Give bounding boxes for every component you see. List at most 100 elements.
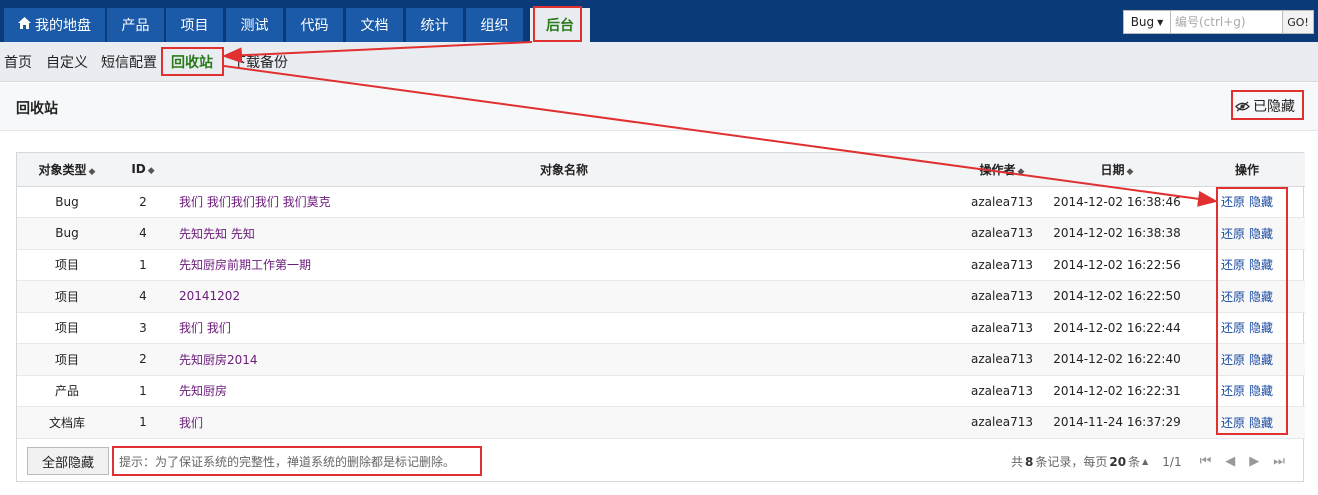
column-header-type[interactable]: 对象类型 ◆ [17,153,117,187]
nav-tab-report[interactable]: 统计 [406,8,463,42]
hide-link[interactable]: 隐藏 [1249,290,1273,304]
subnav-item-backup[interactable]: 下载备份 [232,53,288,73]
cell-type: Bug [17,186,117,218]
cell-type: 产品 [17,375,117,407]
table-header-row: 对象类型 ◆ ID ◆ 对象名称 操作者 ◆ 日期 ◆ 操作 [17,153,1305,187]
cell-object-name[interactable]: 先知厨房 [169,375,959,407]
cell-actions: 还原 隐藏 [1189,312,1305,344]
hide-link[interactable]: 隐藏 [1249,416,1273,430]
restore-link[interactable]: 还原 [1221,321,1245,335]
cell-object-name[interactable]: 我们 我们我们我们 我们莫克 [169,186,959,218]
subnav-item-sms[interactable]: 短信配置 [101,53,157,73]
cell-id: 4 [117,280,169,313]
pager-per-page[interactable]: 20 [1109,455,1126,469]
cell-type: 项目 [17,249,117,281]
column-header-actions: 操作 [1189,153,1305,187]
nav-tab-project[interactable]: 项目 [166,8,223,42]
cell-actor: azalea713 [959,186,1045,218]
search-type-select[interactable]: Bug ▼ [1123,10,1171,34]
go-button[interactable]: GO! [1283,10,1314,34]
nav-tab-product[interactable]: 产品 [107,8,164,42]
page-title: 回收站 [16,101,58,117]
cell-id: 3 [117,312,169,344]
nav-tab-label: 项目 [180,18,209,34]
cell-object-name[interactable]: 先知厨房2014 [169,343,959,376]
cell-actor: azalea713 [959,375,1045,407]
hide-link[interactable]: 隐藏 [1249,227,1273,241]
nav-tab-admin[interactable]: 后台 [530,8,590,42]
restore-link[interactable]: 还原 [1221,416,1245,430]
last-page-icon[interactable]: ⏭ [1273,454,1285,469]
search-input[interactable] [1171,10,1283,34]
nav-tab-company[interactable]: 组织 [466,8,523,42]
column-header-date[interactable]: 日期 ◆ [1045,153,1189,187]
cell-actor: azalea713 [959,312,1045,344]
cell-actor: azalea713 [959,280,1045,313]
column-header-actor[interactable]: 操作者 ◆ [959,153,1045,187]
pager: 共 8 条记录，每页 20 条 ▲ 1/1 ⏮ ◀ ▶ ⏭ [1011,453,1285,470]
caret-up-icon[interactable]: ▲ [1142,457,1148,466]
pager-mid: 条记录，每页 [1035,455,1108,469]
nav-tab-my[interactable]: 我的地盘 [4,8,105,42]
hide-link[interactable]: 隐藏 [1249,195,1273,209]
column-header-id[interactable]: ID ◆ [117,153,169,187]
cell-object-name[interactable]: 先知厨房前期工作第一期 [169,249,959,281]
cell-actions: 还原 隐藏 [1189,280,1305,313]
nav-tab-test[interactable]: 测试 [226,8,283,42]
table-row: Bug 4 先知先知 先知 azalea713 2014-12-02 16:38:38 还… [17,217,1305,250]
table-footer: 全部隐藏 提示：为了保证系统的完整性，禅道系统的删除都是标记删除。 共 8 条记… [17,441,1303,481]
nav-tab-doc[interactable]: 文档 [346,8,403,42]
restore-link[interactable]: 还原 [1221,384,1245,398]
table-row: Bug 2 我们 我们我们我们 我们莫克 azalea713 2014-12-02 16… [17,186,1305,218]
nav-tab-label: 后台 [546,18,574,34]
cell-id: 1 [117,406,169,439]
cell-id: 1 [117,249,169,281]
restore-link[interactable]: 还原 [1221,290,1245,304]
page-header: 回收站 已隐藏 [0,83,1318,131]
nav-tab-code[interactable]: 代码 [286,8,343,42]
trash-table-panel: 对象类型 ◆ ID ◆ 对象名称 操作者 ◆ 日期 ◆ 操作 Bug 2 我们 我们我们我们… [16,152,1305,482]
table-row: 项目 4 20141202 azalea713 2014-12-02 16:22:50 还… [17,280,1305,313]
table-row: 项目 2 先知厨房2014 azalea713 2014-12-02 16:22:40 还… [17,343,1305,376]
cell-actions: 还原 隐藏 [1189,186,1305,218]
cell-date: 2014-12-02 16:22:40 [1045,343,1189,376]
cell-date: 2014-12-02 16:22:50 [1045,280,1189,313]
restore-link[interactable]: 还原 [1221,195,1245,209]
cell-type: 项目 [17,312,117,344]
hidden-toggle-link[interactable]: 已隐藏 [1235,96,1295,116]
subnav-item-custom[interactable]: 自定义 [46,53,88,73]
cell-id: 2 [117,186,169,218]
pager-total: 8 [1025,454,1034,469]
subnav-item-home[interactable]: 首页 [4,53,32,73]
cell-id: 1 [117,375,169,407]
pager-suffix: 条 [1128,455,1141,469]
first-page-icon[interactable]: ⏮ [1200,454,1212,469]
restore-link[interactable]: 还原 [1221,353,1245,367]
hide-link[interactable]: 隐藏 [1249,384,1273,398]
search-type-value: Bug [1130,15,1155,29]
top-nav-bar: 我的地盘 产品 项目 测试 代码 文档 统计 组织 后台 Bug ▼ GO! [0,0,1318,42]
cell-type: 文档库 [17,406,117,439]
cell-object-name[interactable]: 20141202 [169,280,959,313]
prev-page-icon[interactable]: ◀ [1225,454,1235,469]
hide-link[interactable]: 隐藏 [1249,353,1273,367]
cell-object-name[interactable]: 我们 我们 [169,312,959,344]
hide-link[interactable]: 隐藏 [1249,258,1273,272]
cell-actor: azalea713 [959,343,1045,376]
restore-link[interactable]: 还原 [1221,227,1245,241]
hide-all-button[interactable]: 全部隐藏 [27,447,109,475]
cell-id: 4 [117,217,169,250]
cell-object-name[interactable]: 我们 [169,406,959,439]
table-row: 产品 1 先知厨房 azalea713 2014-12-02 16:22:31 还原 隐藏 [17,375,1305,407]
cell-actor: azalea713 [959,249,1045,281]
restore-link[interactable]: 还原 [1221,258,1245,272]
cell-type: 项目 [17,280,117,313]
cell-id: 2 [117,343,169,376]
hide-link[interactable]: 隐藏 [1249,321,1273,335]
subnav-item-trash[interactable]: 回收站 [171,53,213,73]
nav-tab-label: 我的地盘 [35,18,91,34]
cell-object-name[interactable]: 先知先知 先知 [169,217,959,250]
next-page-icon[interactable]: ▶ [1249,454,1259,469]
cell-type: 项目 [17,343,117,376]
cell-date: 2014-12-02 16:22:56 [1045,249,1189,281]
